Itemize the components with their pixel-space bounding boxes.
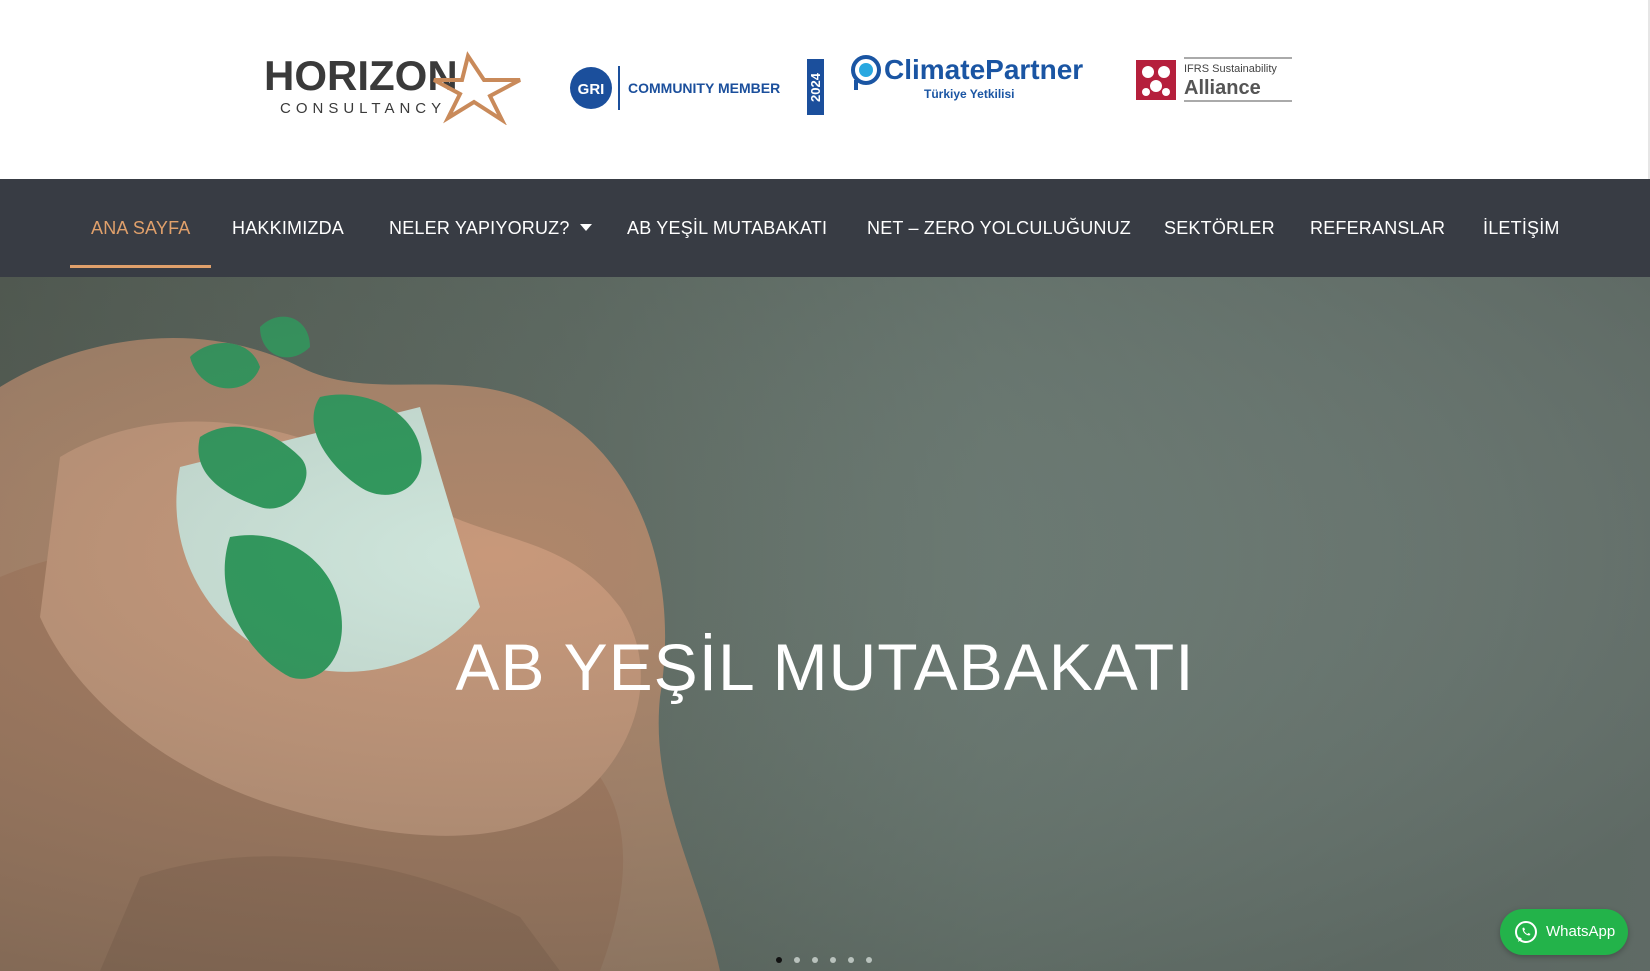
whatsapp-button[interactable]: WhatsApp — [1500, 909, 1628, 955]
svg-text:COMMUNITY MEMBER: COMMUNITY MEMBER — [628, 80, 780, 96]
whatsapp-icon — [1515, 921, 1537, 943]
active-nav-indicator — [70, 265, 211, 268]
hero-background-image — [0, 277, 1650, 971]
svg-text:CONSULTANCY: CONSULTANCY — [280, 100, 446, 117]
nav-neler-yapiyoruz[interactable]: NELER YAPIYORUZ? — [389, 179, 592, 277]
nav-ana-sayfa[interactable]: ANA SAYFA — [91, 179, 191, 277]
main-navigation: ANA SAYFA HAKKIMIZDA NELER YAPIYORUZ? AB… — [0, 179, 1650, 277]
horizon-consultancy-logo[interactable]: HORIZON CONSULTANCY — [262, 50, 524, 125]
nav-referanslar[interactable]: REFERANSLAR — [1310, 179, 1445, 277]
slider-dot[interactable] — [812, 957, 818, 963]
svg-text:Alliance: Alliance — [1184, 77, 1261, 99]
hero-title: AB YEŞİL MUTABAKATI — [455, 630, 1195, 705]
hero-slider[interactable]: AB YEŞİL MUTABAKATI — [0, 277, 1650, 971]
whatsapp-label: WhatsApp — [1546, 923, 1616, 940]
nav-hakkimizda[interactable]: HAKKIMIZDA — [232, 179, 344, 277]
climatepartner-logo[interactable]: ClimatePartner Türkiye Yetkilisi — [846, 52, 1086, 106]
slider-dot[interactable] — [794, 957, 800, 963]
svg-text:HORIZON: HORIZON — [264, 52, 458, 99]
nav-net-zero[interactable]: NET – ZERO YOLCULUĞUNUZ — [867, 179, 1131, 277]
gri-community-member-logo[interactable]: GRI COMMUNITY MEMBER 2024 — [567, 58, 827, 116]
nav-ab-yesil-mutabakati[interactable]: AB YEŞİL MUTABAKATI — [627, 179, 827, 277]
slider-dot[interactable] — [848, 957, 854, 963]
svg-text:ClimatePartner: ClimatePartner — [884, 54, 1083, 85]
slider-dot[interactable] — [830, 957, 836, 963]
svg-text:Türkiye Yetkilisi: Türkiye Yetkilisi — [924, 87, 1015, 101]
chevron-down-icon — [579, 223, 592, 231]
svg-text:2024: 2024 — [808, 72, 823, 102]
slider-dot[interactable] — [866, 957, 872, 963]
nav-sektorler[interactable]: SEKTÖRLER — [1164, 179, 1275, 277]
slider-dot[interactable] — [776, 957, 782, 963]
svg-text:IFRS Sustainability: IFRS Sustainability — [1184, 63, 1277, 75]
header-logo-bar: HORIZON CONSULTANCY GRI COMMUNITY MEMBER… — [0, 0, 1650, 179]
ifrs-sustainability-alliance-logo[interactable]: IFRS Sustainability Alliance — [1134, 56, 1294, 104]
nav-neler-yapiyoruz-label: NELER YAPIYORUZ? — [389, 218, 570, 238]
nav-iletisim[interactable]: İLETİŞİM — [1483, 179, 1560, 277]
svg-text:GRI: GRI — [578, 81, 605, 98]
